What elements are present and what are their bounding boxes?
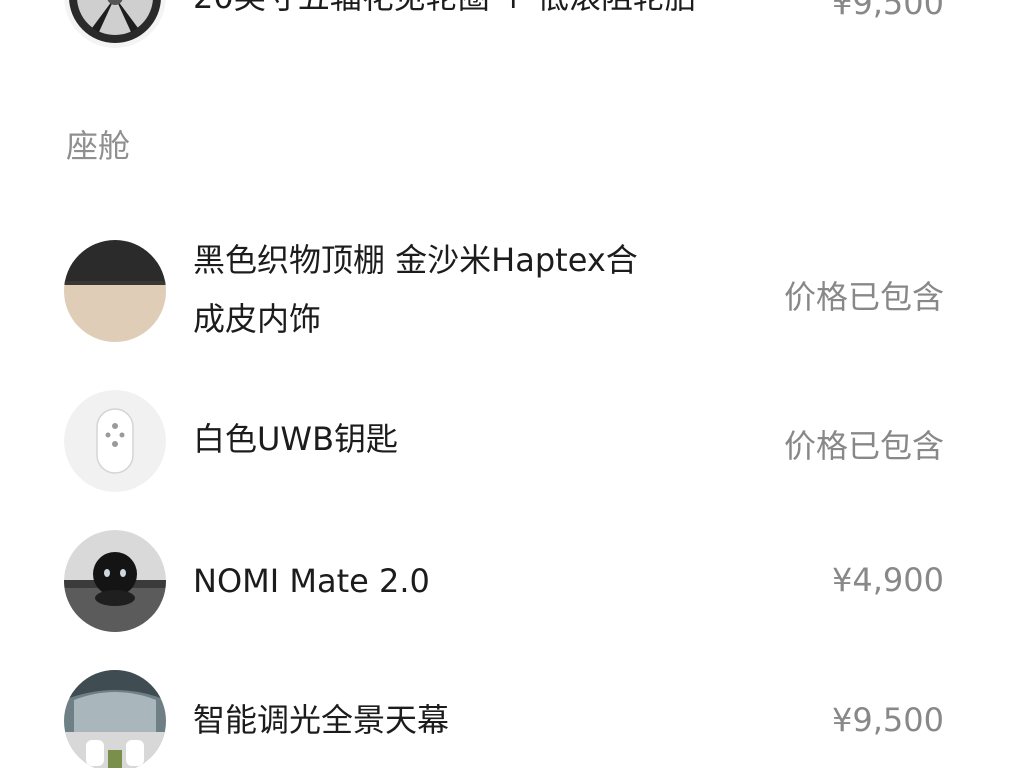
option-price: 价格已包含 [783, 278, 944, 316]
option-name-line2: 成皮内饰 [193, 300, 322, 338]
option-price: ¥9,500 [832, 0, 944, 22]
option-price: 价格已包含 [783, 427, 944, 465]
configuration-summary-page: 20英寸五辐花见轮圈 + 低滚阻轮胎 ¥9,500 座舱 黑色织物顶棚 金沙米H… [0, 0, 1024, 768]
nomi-robot-icon [64, 530, 166, 632]
uwb-key-icon [64, 390, 166, 492]
option-price: ¥4,900 [832, 561, 944, 599]
interior-color-swatch-icon [64, 240, 166, 342]
panoramic-roof-icon [64, 670, 166, 768]
option-name: NOMI Mate 2.0 [193, 562, 430, 600]
section-title-cabin: 座舱 [66, 127, 131, 165]
wheel-rim-icon [64, 0, 166, 48]
option-name: 智能调光全景天幕 [193, 701, 450, 739]
option-price: ¥9,500 [832, 701, 944, 739]
option-name: 20英寸五辐花见轮圈 + 低滚阻轮胎 [193, 0, 697, 26]
option-name: 白色UWB钥匙 [193, 420, 399, 458]
option-name-line1: 黑色织物顶棚 金沙米Haptex合 [193, 241, 638, 279]
